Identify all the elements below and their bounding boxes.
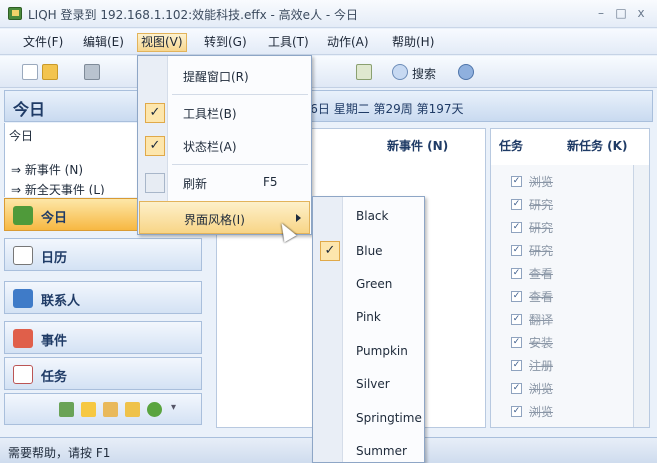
- today-panel-title: 今日: [9, 129, 34, 143]
- refresh-view-icon[interactable]: [356, 64, 372, 80]
- checkbox-icon[interactable]: ✓: [511, 245, 522, 256]
- check-icon: ✓: [320, 241, 340, 261]
- new-document-icon[interactable]: [22, 64, 38, 80]
- menu-edit[interactable]: 编辑(E): [80, 33, 127, 52]
- checkbox-icon[interactable]: ✓: [511, 337, 522, 348]
- task-scrollbar[interactable]: [633, 165, 649, 427]
- menu-item-statusbar[interactable]: ✓ 状态栏(A): [139, 129, 310, 162]
- key-icon[interactable]: [125, 402, 140, 417]
- contacts-icon: [13, 289, 33, 308]
- task-item[interactable]: ✓ 翻译: [511, 309, 553, 331]
- task-item[interactable]: ✓ 浏览: [511, 171, 553, 193]
- new-task-header[interactable]: 新任务 (K): [567, 137, 627, 154]
- style-option-summer[interactable]: Summer: [314, 434, 424, 463]
- checkbox-icon[interactable]: ✓: [511, 222, 522, 233]
- help-icon[interactable]: [458, 64, 474, 80]
- search-icon[interactable]: [392, 64, 408, 80]
- submenu-arrow-icon: [296, 214, 301, 222]
- task-list: ✓ 浏览 ✓ 研究 ✓ 研究 ✓ 研究 ✓ 查看 ✓ 查看 ✓ 翻译 ✓ 安装 ✓ 注册 ✓ 浏览 …: [491, 165, 649, 427]
- print-icon[interactable]: [84, 64, 100, 80]
- task-item[interactable]: ✓ 安装: [511, 332, 553, 354]
- search-button[interactable]: 搜索: [412, 65, 436, 82]
- checkbox-icon[interactable]: ✓: [511, 314, 522, 325]
- tasks-header: 任务: [499, 139, 524, 153]
- style-option-pumpkin[interactable]: Pumpkin: [314, 334, 424, 368]
- nav-tasks-label: 任务: [41, 370, 68, 385]
- nav-footer: ▾: [4, 393, 202, 425]
- menu-file[interactable]: 文件(F): [20, 33, 66, 52]
- nav-contacts[interactable]: 联系人: [4, 281, 202, 314]
- minimize-button[interactable]: –: [592, 5, 610, 21]
- window-title: LIQH 登录到 192.168.1.102:效能科技.effx - 高效e人 …: [28, 8, 359, 22]
- check-icon: ✓: [145, 136, 165, 156]
- close-button[interactable]: x: [632, 5, 650, 21]
- toolbar: 搜索: [0, 56, 657, 88]
- new-event-link[interactable]: ⇒ 新事件 (N): [11, 161, 83, 178]
- task-item[interactable]: ✓ 研究: [511, 194, 553, 216]
- view-menu: 提醒窗口(R) ✓ 工具栏(B) ✓ 状态栏(A) 刷新 F5 界面风格(I): [137, 55, 312, 235]
- chevron-down-icon[interactable]: ▾: [171, 402, 179, 417]
- journal-icon[interactable]: [103, 402, 118, 417]
- style-option-black[interactable]: Black: [314, 199, 424, 233]
- nav-today-label: 今日: [41, 211, 68, 226]
- nav-calendar-label: 日历: [41, 251, 68, 266]
- menu-item-refresh[interactable]: 刷新 F5: [139, 166, 310, 199]
- title-bar: LIQH 登录到 192.168.1.102:效能科技.effx - 高效e人 …: [0, 0, 657, 28]
- style-option-blue[interactable]: ✓ Blue: [314, 234, 424, 268]
- folder-icon[interactable]: [81, 402, 96, 417]
- nav-contacts-label: 联系人: [41, 294, 81, 309]
- web-icon[interactable]: [147, 402, 162, 417]
- tasks-icon: [13, 365, 33, 384]
- checkbox-icon[interactable]: ✓: [511, 383, 522, 394]
- menu-separator: [172, 164, 308, 165]
- checkbox-icon[interactable]: ✓: [511, 406, 522, 417]
- nav-events[interactable]: 事件: [4, 321, 202, 354]
- nav-events-label: 事件: [41, 334, 68, 349]
- open-folder-icon[interactable]: [42, 64, 58, 80]
- new-allday-event-link[interactable]: ⇒ 新全天事件 (L): [11, 181, 105, 195]
- task-item[interactable]: ✓ 研究: [511, 240, 553, 262]
- checkbox-icon[interactable]: ✓: [511, 268, 522, 279]
- app-icon: [8, 7, 22, 20]
- task-item[interactable]: ✓ 查看: [511, 263, 553, 285]
- tasks-column: 任务 新任务 (K) ✓ 浏览 ✓ 研究 ✓ 研究 ✓ 研究 ✓ 查看 ✓ 查看 ✓ 翻译 ✓…: [490, 128, 650, 428]
- menu-separator: [172, 94, 308, 95]
- menu-goto[interactable]: 转到(G): [201, 33, 250, 52]
- new-event-header[interactable]: 新事件 (N): [387, 137, 448, 154]
- menu-help[interactable]: 帮助(H): [389, 33, 437, 52]
- style-option-silver[interactable]: Silver: [314, 367, 424, 401]
- checkbox-icon[interactable]: ✓: [511, 291, 522, 302]
- ui-style-submenu: Black ✓ Blue Green Pink Pumpkin Silver S…: [312, 196, 425, 463]
- today-icon: [13, 206, 33, 225]
- menu-bar: 文件(F) 编辑(E) 视图(V) 转到(G) 工具(T) 动作(A) 帮助(H…: [0, 29, 657, 55]
- nav-tasks[interactable]: 任务: [4, 357, 202, 390]
- nav-calendar[interactable]: 日历: [4, 238, 202, 271]
- menu-actions[interactable]: 动作(A): [324, 33, 372, 52]
- task-item[interactable]: ✓ 研究: [511, 217, 553, 239]
- checkbox-icon[interactable]: ✓: [511, 176, 522, 187]
- checkbox-icon[interactable]: ✓: [511, 199, 522, 210]
- task-item[interactable]: ✓ 浏览: [511, 401, 553, 423]
- menu-item-toolbar[interactable]: ✓ 工具栏(B): [139, 96, 310, 129]
- maximize-button[interactable]: □: [612, 5, 630, 21]
- status-text: 需要帮助，请按 F1: [8, 446, 111, 460]
- style-option-pink[interactable]: Pink: [314, 300, 424, 334]
- notes-icon[interactable]: [59, 402, 74, 417]
- menu-item-reminder-window[interactable]: 提醒窗口(R): [139, 59, 310, 92]
- task-item[interactable]: ✓ 浏览: [511, 378, 553, 400]
- task-item[interactable]: ✓ 查看: [511, 286, 553, 308]
- style-option-green[interactable]: Green: [314, 267, 424, 301]
- refresh-icon: [145, 173, 165, 193]
- events-icon: [13, 329, 33, 348]
- refresh-shortcut: F5: [263, 175, 278, 189]
- check-icon: ✓: [145, 103, 165, 123]
- menu-tools[interactable]: 工具(T): [265, 33, 312, 52]
- style-option-springtime[interactable]: Springtime: [314, 401, 424, 435]
- menu-view[interactable]: 视图(V): [137, 33, 187, 52]
- calendar-icon: [13, 246, 33, 265]
- checkbox-icon[interactable]: ✓: [511, 360, 522, 371]
- task-item[interactable]: ✓ 注册: [511, 355, 553, 377]
